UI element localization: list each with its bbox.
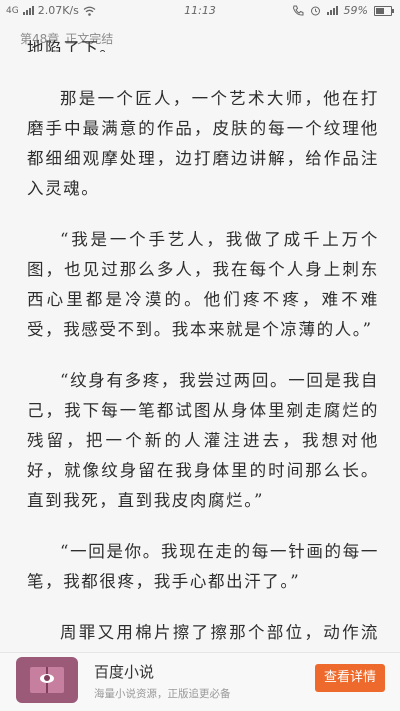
ad-banner[interactable]: 百度小说 海量小说资源，正版追更必备 查看详情 bbox=[0, 652, 400, 711]
cell-signal-icon bbox=[326, 6, 338, 15]
chapter-content: 地陷了下。 那是一个匠人，一个艺术大师，他在打磨手中最满意的作品，皮肤的每一个纹… bbox=[27, 39, 379, 699]
paragraph: “一回是你。我现在走的每一针画的每一笔，我都很疼，我手心都出汗了。” bbox=[27, 542, 379, 591]
battery-icon bbox=[374, 5, 394, 16]
paragraph: “纹身有多疼，我尝过两回。一回是我自己，我下每一笔都试图从身体里剜走腐烂的残留，… bbox=[27, 371, 379, 510]
ad-app-name: 百度小说 bbox=[94, 663, 155, 681]
paragraph: “我是一个手艺人，我做了成千上万个图，也见过那么多人，我在每个人身上刺东西心里都… bbox=[27, 230, 379, 339]
status-right: 59% bbox=[292, 4, 394, 17]
cut-line: 地陷了下。 bbox=[27, 39, 118, 52]
app-logo-icon bbox=[16, 657, 78, 703]
battery-percent: 59% bbox=[343, 4, 368, 17]
reader-screen: 4G 2.07K/s 11:13 59% 第48章 正文完结 地陷了下。 那是一… bbox=[0, 0, 400, 711]
battery-level bbox=[376, 7, 384, 14]
status-bar: 4G 2.07K/s 11:13 59% bbox=[0, 0, 400, 22]
eye-icon bbox=[40, 674, 54, 683]
ad-description: 海量小说资源，正版追更必备 bbox=[94, 688, 231, 700]
alarm-icon bbox=[310, 6, 320, 16]
view-details-button[interactable]: 查看详情 bbox=[315, 664, 385, 692]
paragraph: 那是一个匠人，一个艺术大师，他在打磨手中最满意的作品，皮肤的每一个纹理他都细细观… bbox=[27, 89, 379, 198]
call-icon bbox=[292, 5, 304, 16]
